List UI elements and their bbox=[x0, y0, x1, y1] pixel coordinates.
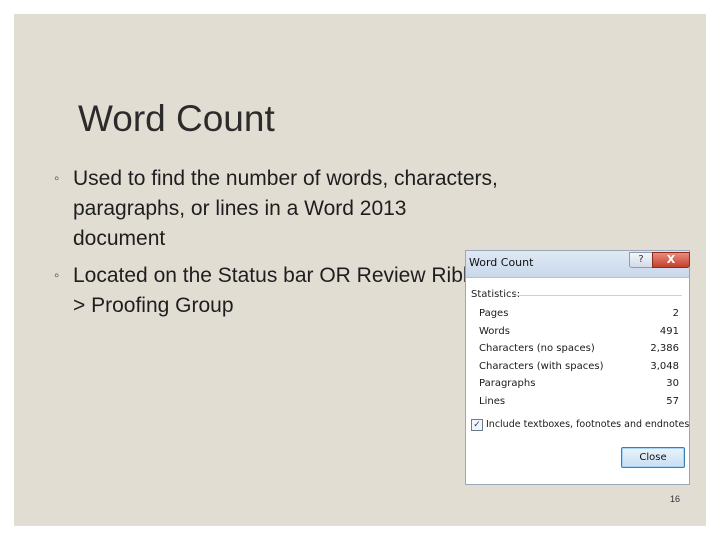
dialog-title: Word Count bbox=[469, 256, 534, 269]
divider bbox=[514, 295, 682, 296]
stat-value: 2,386 bbox=[650, 343, 679, 354]
stat-name: Characters (with spaces) bbox=[479, 361, 604, 372]
slide-number: 16 bbox=[669, 494, 680, 504]
stat-value: 30 bbox=[666, 378, 679, 389]
bullet-item: ◦ Located on the Status bar OR Review Ri… bbox=[44, 261, 504, 321]
stat-name: Pages bbox=[479, 308, 509, 319]
bullet-text: Located on the Status bar OR Review Ribb… bbox=[73, 264, 498, 317]
checkbox-icon[interactable]: ✓ bbox=[471, 419, 483, 431]
bullet-text: Used to find the number of words, charac… bbox=[73, 167, 498, 250]
include-textboxes-checkbox-row[interactable]: ✓ Include textboxes, footnotes and endno… bbox=[471, 419, 689, 433]
statistics-label: Statistics: bbox=[471, 289, 521, 300]
stat-name: Lines bbox=[479, 396, 506, 407]
stat-row-characters-with-spaces: Characters (with spaces) 3,048 bbox=[479, 361, 679, 377]
dialog-titlebar[interactable]: Word Count ? X bbox=[466, 251, 690, 278]
close-button[interactable]: Close bbox=[621, 447, 685, 468]
bullet-item: ◦ Used to find the number of words, char… bbox=[44, 164, 504, 254]
stat-value: 2 bbox=[672, 308, 679, 319]
stat-value: 3,048 bbox=[650, 361, 679, 372]
bullet-list: ◦ Used to find the number of words, char… bbox=[44, 164, 504, 328]
stat-row-characters-no-spaces: Characters (no spaces) 2,386 bbox=[479, 343, 679, 359]
stat-value: 57 bbox=[666, 396, 679, 407]
stat-value: 491 bbox=[659, 326, 679, 337]
slide-title: Word Count bbox=[78, 98, 275, 139]
checkbox-label[interactable]: Include textboxes, footnotes and endnote… bbox=[486, 419, 689, 430]
stat-row-paragraphs: Paragraphs 30 bbox=[479, 378, 679, 394]
word-count-dialog: Word Count ? X Statistics: Pages 2 Words… bbox=[465, 250, 690, 485]
bullet-mark-icon: ◦ bbox=[54, 170, 60, 187]
close-x-button[interactable]: X bbox=[652, 252, 690, 268]
stat-row-lines: Lines 57 bbox=[479, 396, 679, 412]
stat-name: Words bbox=[479, 326, 510, 337]
help-button[interactable]: ? bbox=[629, 252, 653, 268]
stat-row-pages: Pages 2 bbox=[479, 308, 679, 324]
stat-row-words: Words 491 bbox=[479, 326, 679, 342]
bullet-mark-icon: ◦ bbox=[54, 267, 60, 284]
stat-name: Paragraphs bbox=[479, 378, 536, 389]
stat-name: Characters (no spaces) bbox=[479, 343, 595, 354]
